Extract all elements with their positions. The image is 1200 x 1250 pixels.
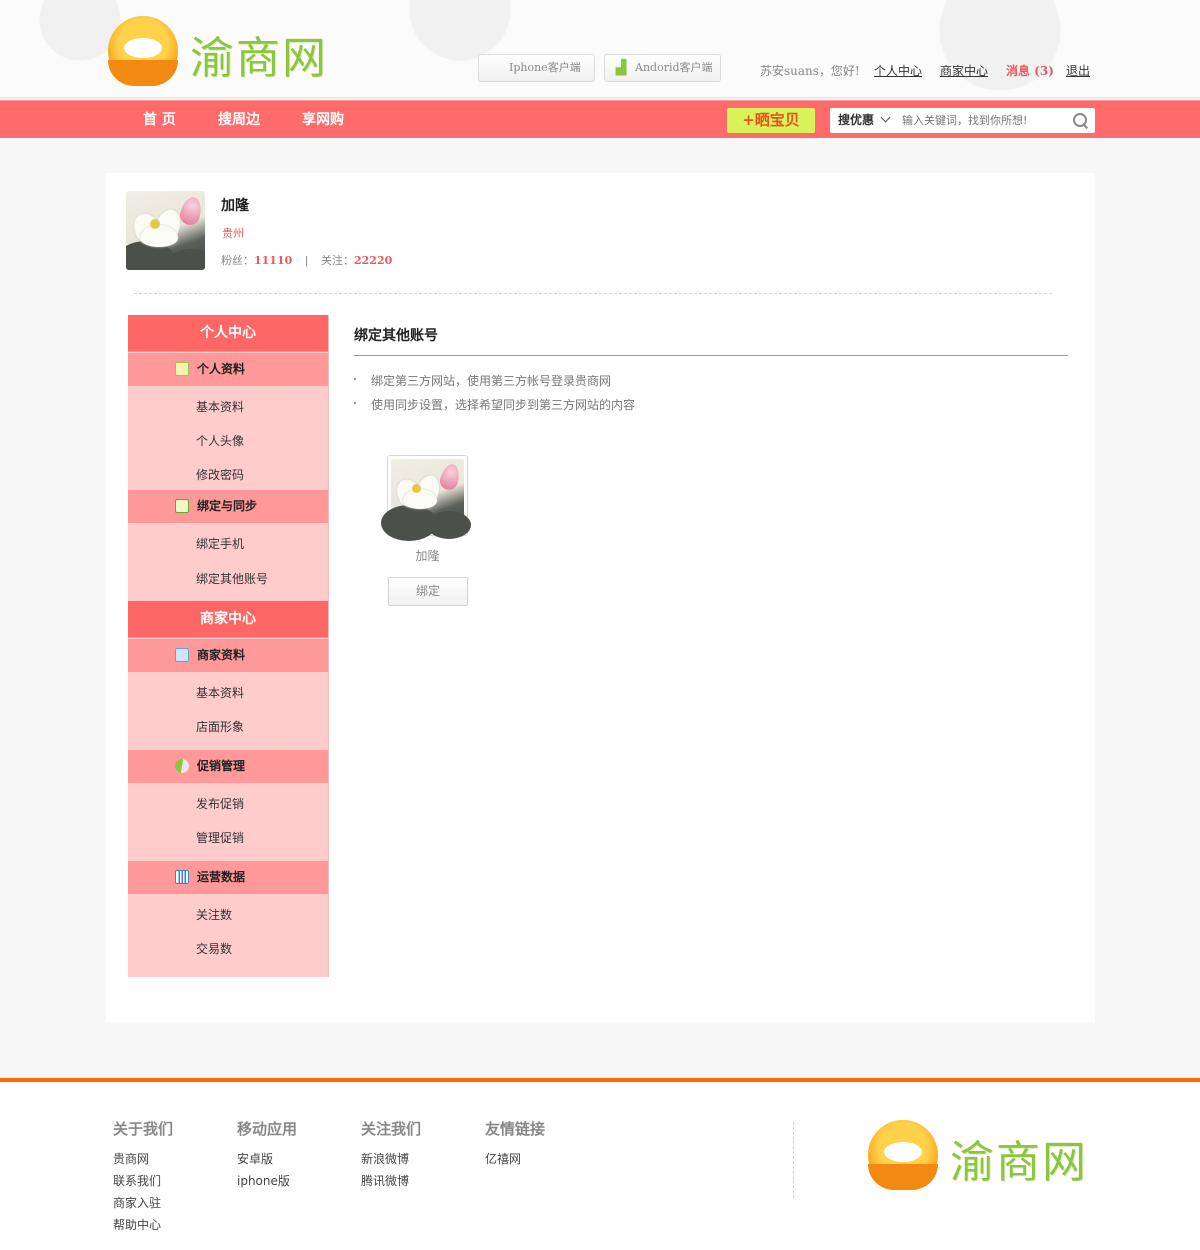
nav-shopping[interactable]: 享网购 xyxy=(302,101,344,139)
footer-col-title: 友情链接 xyxy=(485,1120,546,1138)
sidebar-item-avatar[interactable]: 个人头像 xyxy=(196,432,244,449)
sidebar-item-transactions[interactable]: 交易数 xyxy=(196,940,232,957)
bind-button[interactable]: 绑定 xyxy=(388,577,468,606)
sidebar-item-basic-info[interactable]: 基本资料 xyxy=(196,398,244,415)
user-profile-icon xyxy=(175,362,189,376)
logo-text: 渝商网 xyxy=(950,1137,1088,1188)
content-title: 绑定其他账号 xyxy=(354,328,438,344)
sidebar-item-storefront[interactable]: 店面形象 xyxy=(196,718,244,735)
main-panel: 加隆 贵州 粉丝：11110 | 关注：22220 个人中心 个人资料 基本资料… xyxy=(106,173,1095,1022)
stats-separator: | xyxy=(304,254,309,267)
merchant-profile-icon xyxy=(175,648,189,662)
account-avatar[interactable] xyxy=(381,455,471,541)
chevron-down-icon xyxy=(880,112,891,123)
sidebar-item-password[interactable]: 修改密码 xyxy=(196,466,244,483)
account-name: 加隆 xyxy=(415,549,440,563)
messages-link[interactable]: 消息 (3) xyxy=(1006,62,1054,79)
footer-link[interactable]: 新浪微博 xyxy=(361,1148,421,1170)
merchant-center-link[interactable]: 商家中心 xyxy=(940,62,988,79)
sidebar-group-binding[interactable]: 绑定与同步 xyxy=(128,490,328,523)
profile-divider xyxy=(134,293,1052,294)
sidebar-item-follows[interactable]: 关注数 xyxy=(196,906,232,923)
follow-count: 22220 xyxy=(354,254,393,267)
user-avatar[interactable] xyxy=(126,191,205,270)
android-client-button[interactable]: ▟ Andorid客户端 xyxy=(604,54,721,82)
follow-label: 关注： xyxy=(321,254,354,267)
footer-link[interactable]: 安卓版 xyxy=(237,1148,297,1170)
search-type-label: 搜优惠 xyxy=(838,113,875,127)
footer-logo: 渝商网 xyxy=(866,1118,1096,1192)
search-input[interactable] xyxy=(902,111,1062,130)
footer-separator xyxy=(793,1122,794,1198)
sidebar: 个人中心 个人资料 基本资料 个人头像 修改密码 绑定与同步 绑定手机 绑定其他… xyxy=(128,315,329,977)
logout-link[interactable]: 退出 xyxy=(1066,62,1090,79)
footer-col-title: 关于我们 xyxy=(113,1120,174,1138)
footer-col-friends: 友情链接 亿禧网 xyxy=(485,1118,545,1170)
profile-name: 加隆 xyxy=(221,198,249,214)
sidebar-item-merchant-basic[interactable]: 基本资料 xyxy=(196,684,244,701)
search-icon[interactable] xyxy=(1072,112,1088,128)
sidebar-head-merchant[interactable]: 商家中心 xyxy=(128,601,328,638)
sidebar-group-profile[interactable]: 个人资料 xyxy=(128,353,328,386)
search-box: 搜优惠 xyxy=(830,108,1095,133)
footer-col-title: 关注我们 xyxy=(361,1120,422,1138)
bar-chart-icon xyxy=(175,870,189,884)
android-icon: ▟ xyxy=(615,60,627,76)
footer-col-follow: 关注我们 新浪微博 腾讯微博 xyxy=(361,1118,421,1192)
lotus-image xyxy=(381,459,471,541)
fans-label: 粉丝： xyxy=(221,254,254,267)
share-treasure-button[interactable]: +晒宝贝 xyxy=(727,108,815,133)
sidebar-group-label: 促销管理 xyxy=(197,759,246,773)
footer-link[interactable]: 贵商网 xyxy=(113,1148,173,1170)
footer-col-title: 移动应用 xyxy=(237,1120,298,1138)
footer: 关于我们 贵商网 联系我们 商家入驻 帮助中心 移动应用 安卓版 iphone版… xyxy=(0,1078,1200,1250)
checkbox-icon xyxy=(175,499,189,513)
sidebar-group-label: 绑定与同步 xyxy=(197,499,258,513)
footer-link[interactable]: iphone版 xyxy=(237,1170,297,1192)
fans-count: 11110 xyxy=(254,254,293,267)
footer-link[interactable]: 商家入驻 xyxy=(113,1192,173,1214)
greeting-text: 苏安suans，您好! xyxy=(760,64,860,78)
sidebar-item-manage-promo[interactable]: 管理促销 xyxy=(196,829,244,846)
tip-text: 使用同步设置，选择希望同步到第三方网站的内容 xyxy=(371,398,636,412)
personal-center-link[interactable]: 个人中心 xyxy=(874,62,922,79)
nav-home[interactable]: 首 页 xyxy=(143,101,176,139)
logo-text: 渝商网 xyxy=(190,33,328,84)
sidebar-group-label: 商家资料 xyxy=(197,648,246,662)
profile-stats: 粉丝：11110 | 关注：22220 xyxy=(221,252,392,268)
top-header: 渝商网 Iphone客户端 ▟ Andorid客户端 苏安suans，您好! 个… xyxy=(0,0,1200,98)
lotus-image xyxy=(126,191,205,270)
footer-col-mobile: 移动应用 安卓版 iphone版 xyxy=(237,1118,297,1192)
footer-link[interactable]: 亿禧网 xyxy=(485,1148,545,1170)
sidebar-group-label: 个人资料 xyxy=(197,362,246,376)
sidebar-group-promotion[interactable]: 促销管理 xyxy=(128,750,328,783)
sidebar-group-label: 运营数据 xyxy=(197,870,246,884)
iphone-client-button[interactable]: Iphone客户端 xyxy=(478,54,595,82)
footer-col-about: 关于我们 贵商网 联系我们 商家入驻 帮助中心 xyxy=(113,1118,173,1236)
nav-nearby[interactable]: 搜周边 xyxy=(218,101,260,139)
site-logo[interactable]: 渝商网 xyxy=(106,14,336,88)
main-nav: 首 页 搜周边 享网购 +晒宝贝 搜优惠 xyxy=(0,100,1200,138)
apple-icon xyxy=(487,60,503,76)
footer-link[interactable]: 联系我们 xyxy=(113,1170,173,1192)
tip-text: 绑定第三方网站，使用第三方帐号登录贵商网 xyxy=(371,374,612,388)
sidebar-head-personal[interactable]: 个人中心 xyxy=(128,315,328,352)
tag-icon xyxy=(172,756,192,776)
sidebar-group-operations[interactable]: 运营数据 xyxy=(128,861,328,894)
android-client-label: Andorid客户端 xyxy=(635,61,713,74)
logo-sun-icon xyxy=(108,16,178,86)
sidebar-item-bind-other[interactable]: 绑定其他账号 xyxy=(196,570,268,587)
iphone-client-label: Iphone客户端 xyxy=(509,61,581,74)
search-type-select[interactable]: 搜优惠 xyxy=(838,108,891,133)
sidebar-group-merchant-info[interactable]: 商家资料 xyxy=(128,639,328,672)
content-title-line xyxy=(354,355,1068,356)
profile-city: 贵州 xyxy=(222,227,244,240)
logo-sun-icon xyxy=(868,1120,938,1190)
sidebar-item-bind-phone[interactable]: 绑定手机 xyxy=(196,535,244,552)
footer-link[interactable]: 腾讯微博 xyxy=(361,1170,421,1192)
footer-link[interactable]: 帮助中心 xyxy=(113,1214,173,1236)
sidebar-item-publish-promo[interactable]: 发布促销 xyxy=(196,795,244,812)
